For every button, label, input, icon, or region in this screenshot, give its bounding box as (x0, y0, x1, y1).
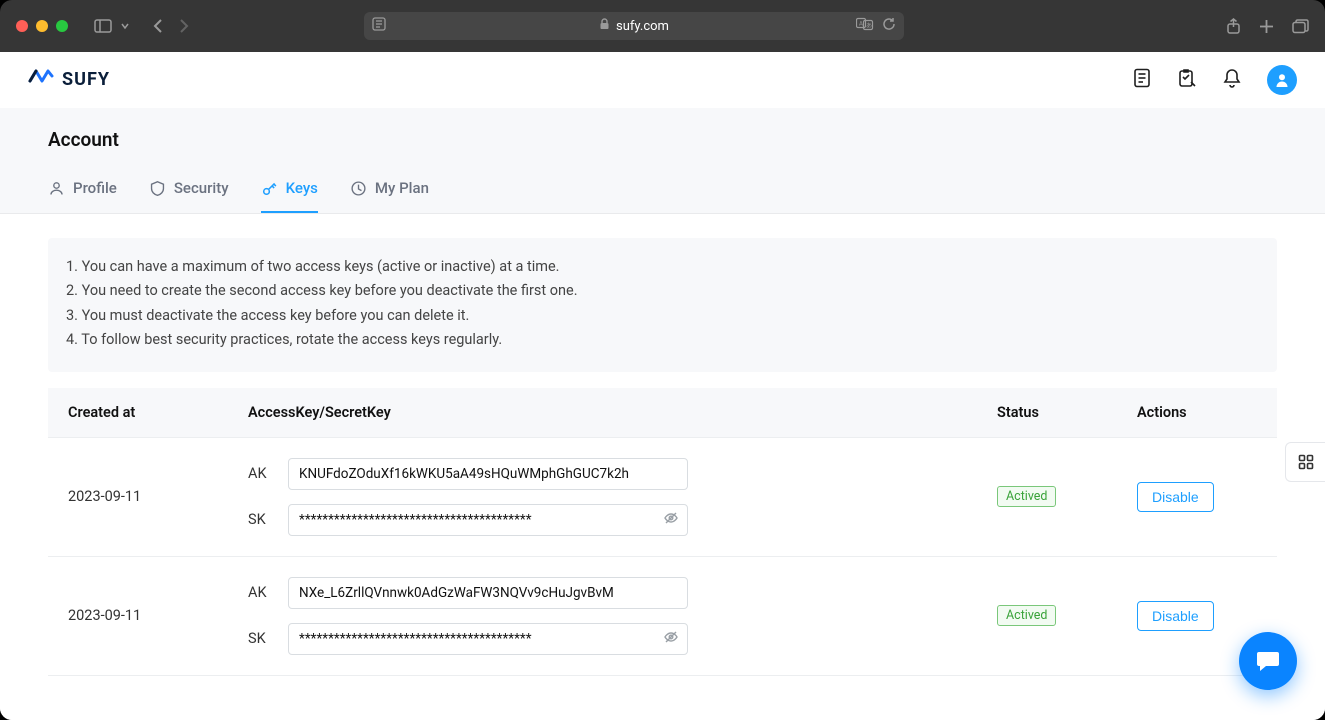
th-aksk: AccessKey/SecretKey (228, 388, 977, 438)
avatar-button[interactable] (1267, 65, 1297, 95)
table-row: 2023-09-11 AK KNUFdoZOduXf16kWKU5aA49sHQ… (48, 437, 1277, 556)
chat-fab[interactable] (1239, 632, 1297, 690)
svg-text:あ: あ (866, 22, 872, 29)
svg-text:A: A (859, 20, 863, 27)
access-key-field[interactable]: NXe_L6ZrllQVnnwk0AdGzWaFW3NQVv9cHuJgvBvM (288, 577, 688, 609)
eye-off-icon[interactable] (663, 510, 679, 530)
app-header: SUFY (0, 52, 1325, 108)
notice-line: 1. You can have a maximum of two access … (66, 256, 1259, 278)
access-key-field[interactable]: KNUFdoZOduXf16kWKU5aA49sHQuWMphGhGUC7k2h (288, 458, 688, 490)
notice-line: 4. To follow best security practices, ro… (66, 329, 1259, 351)
tab-profile[interactable]: Profile (48, 169, 117, 213)
disable-button[interactable]: Disable (1137, 482, 1214, 512)
address-bar[interactable]: sufy.com Aあ (364, 12, 904, 40)
close-window-button[interactable] (16, 20, 28, 32)
translate-icon[interactable]: Aあ (856, 17, 874, 35)
sk-label: SK (248, 511, 272, 528)
notice-line: 2. You need to create the second access … (66, 280, 1259, 302)
apps-grid-icon[interactable] (1285, 442, 1325, 482)
chevron-down-icon[interactable] (120, 21, 130, 31)
lock-icon (599, 18, 610, 34)
brand-name: SUFY (62, 69, 110, 90)
fullscreen-window-button[interactable] (56, 20, 68, 32)
brand-logo[interactable]: SUFY (28, 67, 110, 92)
sk-label: SK (248, 630, 272, 647)
notice-line: 3. You must deactivate the access key be… (66, 305, 1259, 327)
tasks-icon[interactable] (1177, 68, 1197, 92)
account-tabs: Profile Security Keys My Plan (48, 169, 1277, 213)
sidebar-toggle-icon[interactable] (94, 19, 112, 33)
tab-label: Keys (286, 179, 318, 197)
tab-overview-icon[interactable] (1292, 19, 1309, 34)
window-controls (16, 20, 68, 32)
tab-label: Security (174, 179, 229, 197)
th-status: Status (977, 388, 1117, 438)
secret-key-value: **************************************** (299, 631, 532, 647)
cell-created: 2023-09-11 (48, 437, 228, 556)
ak-label: AK (248, 465, 272, 482)
back-button[interactable] (152, 18, 164, 34)
access-keys-table: Created at AccessKey/SecretKey Status Ac… (48, 388, 1277, 676)
table-row: 2023-09-11 AK NXe_L6ZrllQVnnwk0AdGzWaFW3… (48, 556, 1277, 675)
url-host: sufy.com (616, 19, 669, 34)
bell-icon[interactable] (1223, 68, 1241, 92)
reload-icon[interactable] (882, 17, 896, 35)
status-badge: Actived (997, 605, 1056, 626)
tab-my-plan[interactable]: My Plan (350, 169, 429, 213)
secret-key-value: **************************************** (299, 512, 532, 528)
browser-toolbar: sufy.com Aあ (0, 0, 1325, 52)
tab-security[interactable]: Security (149, 169, 229, 213)
ak-label: AK (248, 584, 272, 601)
tab-label: My Plan (375, 179, 429, 197)
disable-button[interactable]: Disable (1137, 601, 1214, 631)
th-actions: Actions (1117, 388, 1277, 438)
access-key-value: KNUFdoZOduXf16kWKU5aA49sHQuWMphGhGUC7k2h (299, 466, 629, 482)
access-key-value: NXe_L6ZrllQVnnwk0AdGzWaFW3NQVv9cHuJgvBvM (299, 585, 614, 601)
status-badge: Actived (997, 486, 1056, 507)
tab-label: Profile (73, 179, 117, 197)
eye-off-icon[interactable] (663, 629, 679, 649)
docs-icon[interactable] (1133, 68, 1151, 92)
minimize-window-button[interactable] (36, 20, 48, 32)
reader-mode-icon[interactable] (372, 17, 386, 35)
cell-created: 2023-09-11 (48, 556, 228, 675)
share-icon[interactable] (1226, 18, 1241, 35)
tab-keys[interactable]: Keys (261, 169, 318, 213)
th-created: Created at (48, 388, 228, 438)
brand-mark-icon (28, 67, 54, 92)
new-tab-icon[interactable] (1259, 19, 1274, 34)
secret-key-field[interactable]: **************************************** (288, 623, 688, 655)
secret-key-field[interactable]: **************************************** (288, 504, 688, 536)
page-title: Account (48, 128, 1277, 151)
forward-button[interactable] (178, 18, 190, 34)
notice-box: 1. You can have a maximum of two access … (48, 238, 1277, 372)
